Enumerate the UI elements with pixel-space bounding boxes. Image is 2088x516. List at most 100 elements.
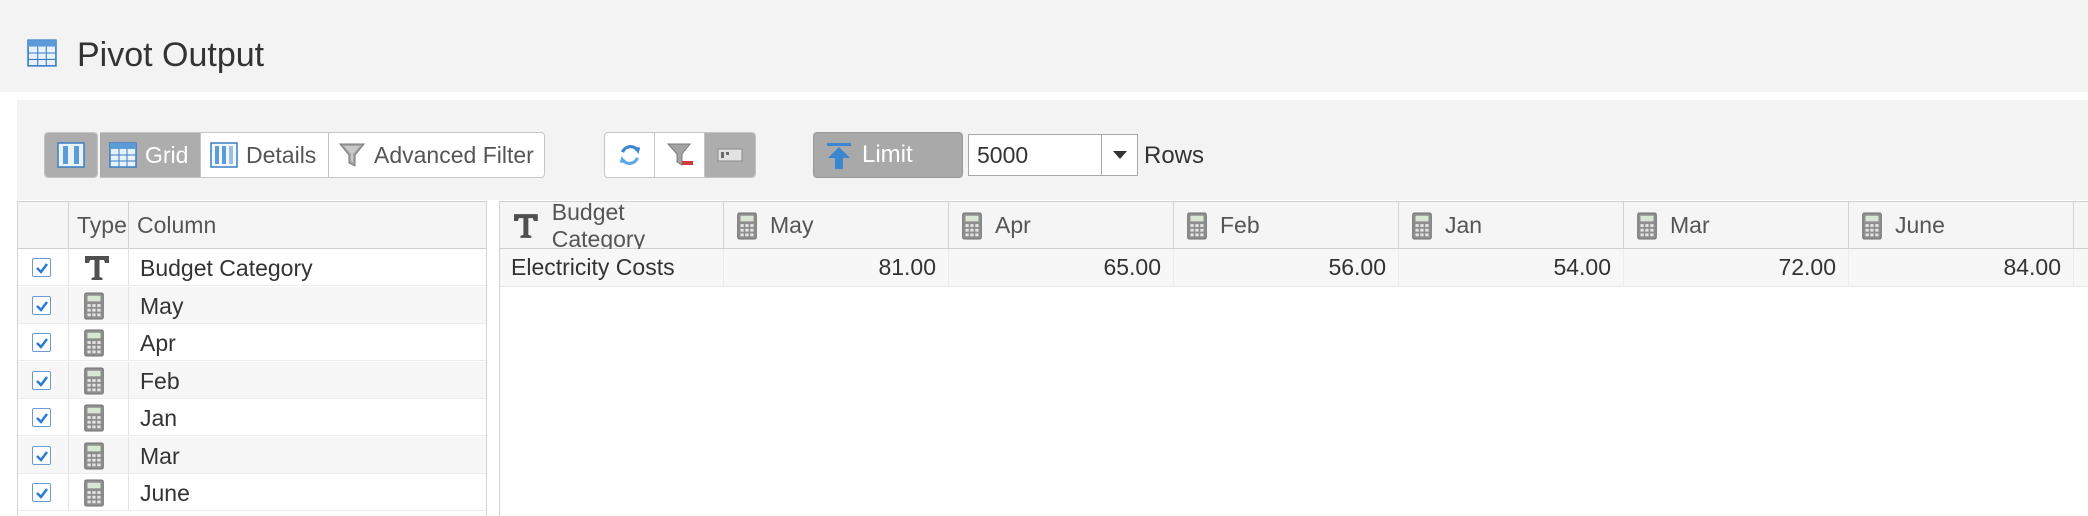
column-name: Feb [140,367,180,394]
data-grid-header: Budget Category May Apr Feb Jan Mar June [500,199,2088,252]
number-type-icon [961,212,983,240]
table-row[interactable]: Electricity Costs 81.00 65.00 56.00 54.00 72.… [500,249,2088,287]
column-header-june[interactable]: June [1849,202,2074,249]
list-item[interactable]: Jan [18,399,486,436]
toggle-panel-icon [717,148,743,162]
number-type-icon [1636,212,1658,240]
check-icon [36,375,48,387]
advanced-filter-button[interactable]: Advanced Filter [329,133,544,177]
pivot-data-grid: Budget Category May Apr Feb Jan Mar June Elect… [499,199,2088,516]
column-name: Apr [140,330,176,356]
text-type-icon [512,212,540,240]
filter-funnel-icon [338,142,366,168]
number-type-icon [83,329,105,357]
number-type-icon [1861,212,1883,240]
number-type-icon [83,292,105,320]
list-item[interactable]: May [18,286,486,324]
header-type[interactable]: Type [69,202,129,249]
list-item[interactable]: Feb [18,361,486,399]
pivot-table-icon [27,39,57,67]
column-layout-icon [57,142,85,168]
include-checkbox[interactable] [32,258,51,277]
column-picker-header: Type Column [18,201,486,249]
details-view-button[interactable]: Details [201,133,329,177]
column-header-budget-category[interactable]: Budget Category [500,199,724,252]
column-header-label: Feb [1220,212,1260,238]
check-icon [36,338,48,349]
table-cell[interactable]: 72.00 [1624,249,1849,286]
list-item[interactable]: Mar [18,436,486,474]
column-name: May [140,292,184,319]
list-item[interactable]: Apr [18,324,486,361]
include-checkbox[interactable] [32,483,51,502]
column-layout-button[interactable] [45,133,97,177]
check-icon [36,450,48,462]
column-name: Mar [140,442,180,469]
details-icon [210,142,238,168]
chevron-down-icon [1112,151,1127,159]
refresh-button[interactable] [605,133,655,177]
column-header-label: Jan [1445,212,1483,238]
toggle-panel-button[interactable] [705,133,755,177]
table-cell[interactable]: 56.00 [1174,249,1399,286]
include-checkbox[interactable] [32,370,51,390]
clear-filter-button[interactable] [655,133,705,177]
table-cell[interactable]: 84.00 [1849,249,2074,286]
column-header-label: May [770,212,814,238]
number-type-icon [1186,212,1208,240]
title-bar: Pivot Output [0,0,2088,92]
row-limit-dropdown[interactable] [1101,134,1138,176]
limit-button[interactable]: Limit [813,132,963,178]
number-type-icon [1411,212,1433,240]
rows-label: Rows [1144,142,1205,169]
check-icon [36,300,48,312]
limit-arrow-icon [827,143,851,169]
advanced-filter-label: Advanced Filter [374,141,534,168]
table-cell[interactable]: 81.00 [724,249,949,286]
column-name: June [140,480,190,506]
include-checkbox[interactable] [32,408,51,427]
grid-view-button[interactable]: Grid [100,133,201,177]
clear-filter-icon [666,143,693,166]
column-header-label: Mar [1670,212,1710,238]
list-item[interactable]: June [18,474,486,511]
grid-icon [109,142,137,168]
view-mode-group: Grid Details Advanced Filter [100,132,545,178]
check-icon [36,263,48,274]
number-type-icon [736,212,758,240]
number-type-icon [83,479,105,507]
header-column[interactable]: Column [129,202,486,249]
column-header-apr[interactable]: Apr [949,202,1174,249]
text-type-icon [83,254,111,282]
number-type-icon [83,404,105,432]
table-cell[interactable]: Electricity Costs [500,249,724,286]
list-item[interactable]: Budget Category [18,249,486,286]
row-limit-input[interactable] [968,134,1102,176]
refresh-icon [619,145,640,165]
column-header-feb[interactable]: Feb [1174,202,1399,249]
column-header-label: June [1895,212,1945,238]
column-header-mar[interactable]: Mar [1624,202,1849,249]
include-checkbox[interactable] [32,445,51,465]
include-checkbox[interactable] [32,333,51,352]
column-name: Jan [140,405,178,431]
column-header-label: Budget Category [551,198,646,252]
limit-label: Limit [862,141,913,168]
column-picker-grid: Type Column Budget Category May Apr Feb Jan M… [17,201,487,516]
action-button-group [604,132,756,178]
view-button-group [44,132,98,178]
check-icon [36,488,48,499]
header-check [18,202,69,249]
column-header-may[interactable]: May [724,202,949,249]
table-cell[interactable]: 65.00 [949,249,1174,286]
column-header-jan[interactable]: Jan [1399,202,1624,249]
check-icon [36,413,48,424]
include-checkbox[interactable] [32,295,51,315]
grid-view-label: Grid [145,141,189,168]
table-cell[interactable]: 54.00 [1399,249,1624,286]
column-header-label: Apr [995,212,1031,238]
column-name: Budget Category [140,255,313,281]
details-view-label: Details [246,141,317,168]
number-type-icon [83,442,105,470]
window-title: Pivot Output [77,36,265,74]
